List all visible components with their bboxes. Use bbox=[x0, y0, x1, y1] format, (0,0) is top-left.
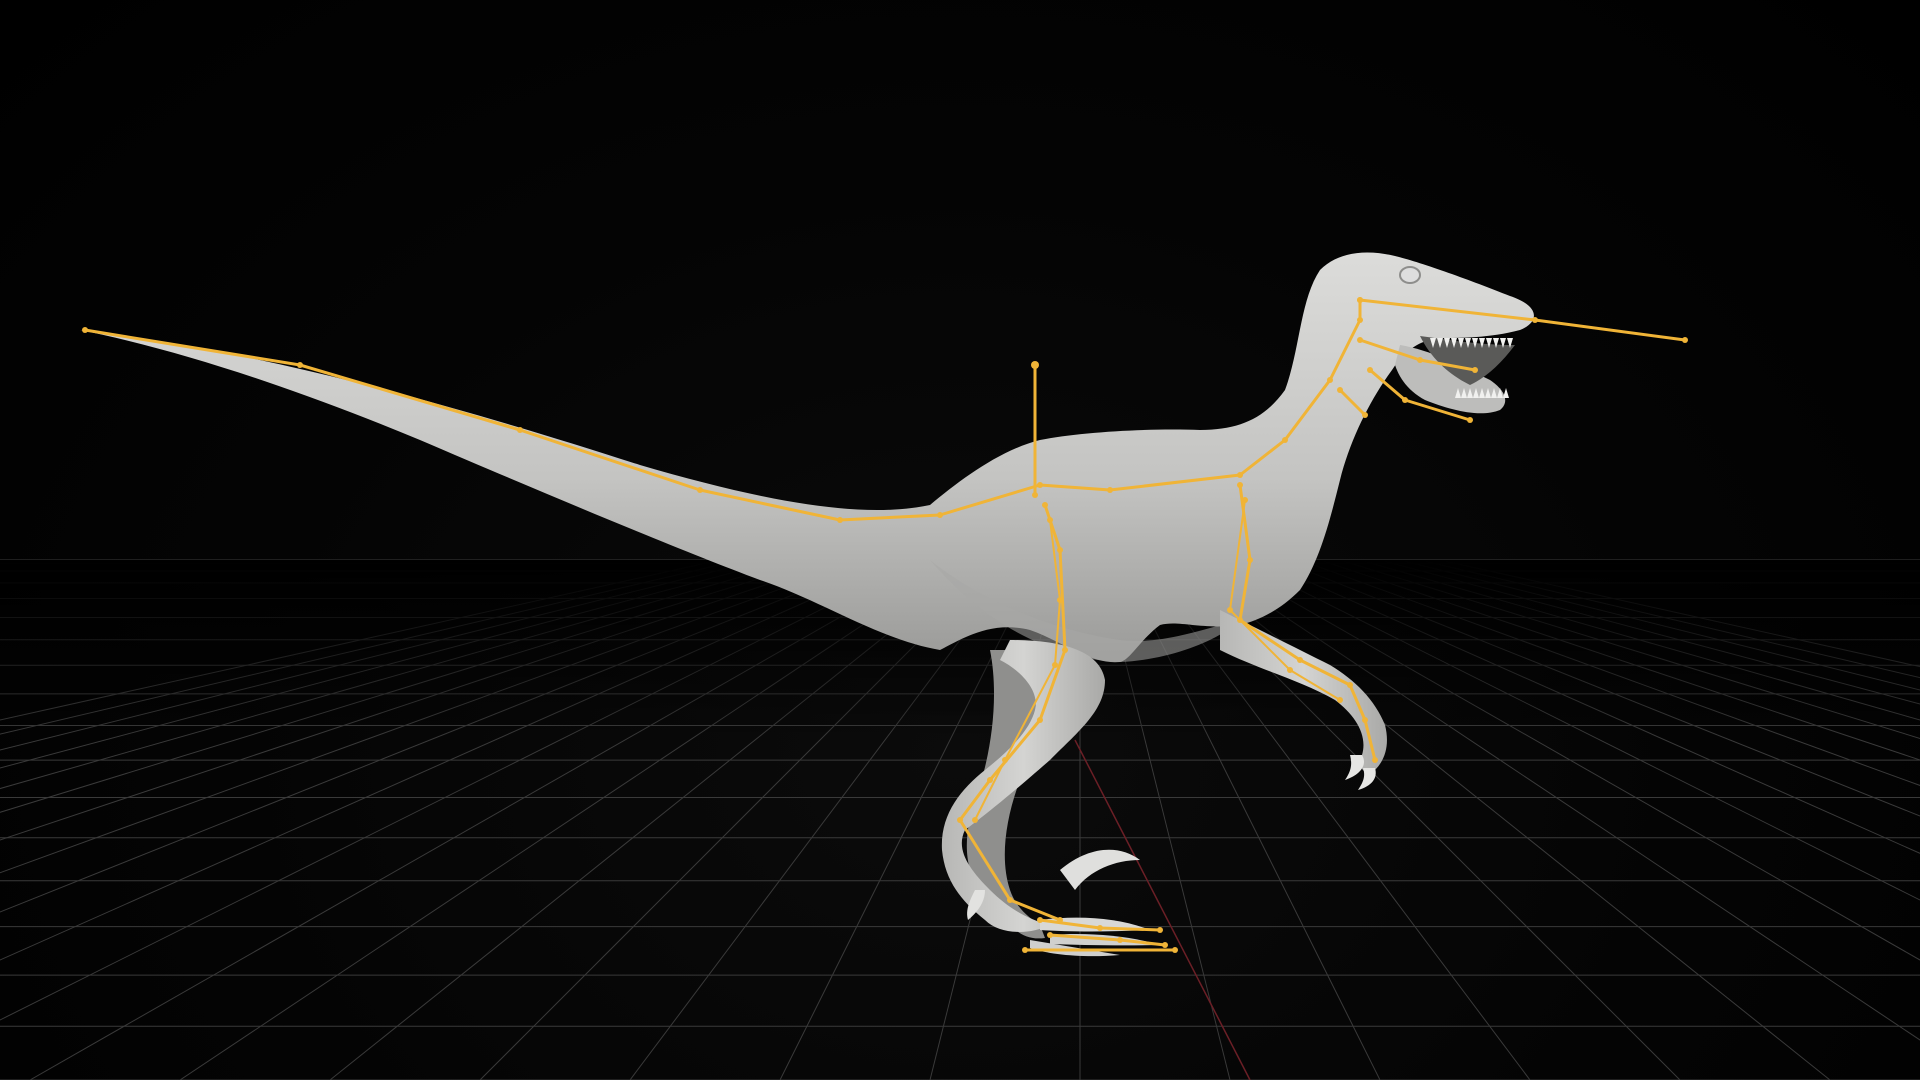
bone-joint[interactable] bbox=[1372, 757, 1378, 763]
bone-joint[interactable] bbox=[1037, 482, 1043, 488]
bone-joint[interactable] bbox=[1097, 925, 1103, 931]
bone-joint[interactable] bbox=[837, 517, 843, 523]
bone-joint[interactable] bbox=[987, 777, 993, 783]
bone-joint[interactable] bbox=[1002, 757, 1008, 763]
bone-joint[interactable] bbox=[297, 362, 303, 368]
bone-joint[interactable] bbox=[1037, 717, 1043, 723]
bone-joint[interactable] bbox=[1247, 557, 1253, 563]
bone-joint[interactable] bbox=[1037, 917, 1043, 923]
bone-joint[interactable] bbox=[1057, 917, 1063, 923]
bone-joint[interactable] bbox=[1327, 377, 1333, 383]
bone-joint[interactable] bbox=[1287, 667, 1293, 673]
bone-joint[interactable] bbox=[1062, 647, 1068, 653]
bone-joint[interactable] bbox=[1047, 932, 1053, 938]
tooth bbox=[1503, 388, 1509, 398]
bone-joint[interactable] bbox=[1042, 502, 1048, 508]
bone-joint[interactable] bbox=[1117, 937, 1123, 943]
bone-joint[interactable] bbox=[1362, 717, 1368, 723]
bone-joint[interactable] bbox=[1357, 337, 1363, 343]
viewport-3d[interactable] bbox=[0, 0, 1920, 1080]
bone-joint[interactable] bbox=[1337, 697, 1343, 703]
bone-joint[interactable] bbox=[1052, 662, 1058, 668]
bone-joint[interactable] bbox=[1237, 617, 1243, 623]
bone-joint[interactable] bbox=[1022, 947, 1028, 953]
root-bone-head[interactable] bbox=[1031, 361, 1039, 369]
bone-joint[interactable] bbox=[1367, 367, 1373, 373]
bone-joint[interactable] bbox=[1057, 547, 1063, 553]
bone-joint[interactable] bbox=[1467, 417, 1473, 423]
bone-joint[interactable] bbox=[1417, 357, 1423, 363]
bone-joint[interactable] bbox=[1682, 337, 1688, 343]
bone-joint[interactable] bbox=[1162, 942, 1168, 948]
eye bbox=[1399, 266, 1421, 284]
scene-canvas[interactable] bbox=[0, 0, 1920, 1080]
bone-joint[interactable] bbox=[1227, 607, 1233, 613]
bone-joint[interactable] bbox=[1242, 497, 1248, 503]
bone-joint[interactable] bbox=[517, 427, 523, 433]
bone-joint[interactable] bbox=[1237, 472, 1243, 478]
bone-joint[interactable] bbox=[1402, 397, 1408, 403]
bone-joint[interactable] bbox=[937, 512, 943, 518]
bone-joint[interactable] bbox=[1007, 897, 1013, 903]
bone-joint[interactable] bbox=[1047, 517, 1053, 523]
bone-joint[interactable] bbox=[972, 817, 978, 823]
bone-joint[interactable] bbox=[1472, 367, 1478, 373]
bone-joint[interactable] bbox=[1032, 492, 1038, 498]
bone-joint[interactable] bbox=[697, 487, 703, 493]
bone-joint[interactable] bbox=[1172, 947, 1178, 953]
bone-joint[interactable] bbox=[1297, 657, 1303, 663]
bone-joint[interactable] bbox=[1057, 597, 1063, 603]
bone-joint[interactable] bbox=[957, 817, 963, 823]
bone-joint[interactable] bbox=[1107, 487, 1113, 493]
bone-joint[interactable] bbox=[1157, 927, 1163, 933]
bone-joint[interactable] bbox=[1357, 317, 1363, 323]
bone-joint[interactable] bbox=[1237, 482, 1243, 488]
bone-joint[interactable] bbox=[1282, 437, 1288, 443]
bone-joint[interactable] bbox=[1362, 412, 1368, 418]
bone-joint[interactable] bbox=[1357, 297, 1363, 303]
bone-joint[interactable] bbox=[1347, 682, 1353, 688]
bone-joint[interactable] bbox=[82, 327, 88, 333]
bone-joint[interactable] bbox=[1532, 317, 1538, 323]
bone-joint[interactable] bbox=[1337, 387, 1343, 393]
